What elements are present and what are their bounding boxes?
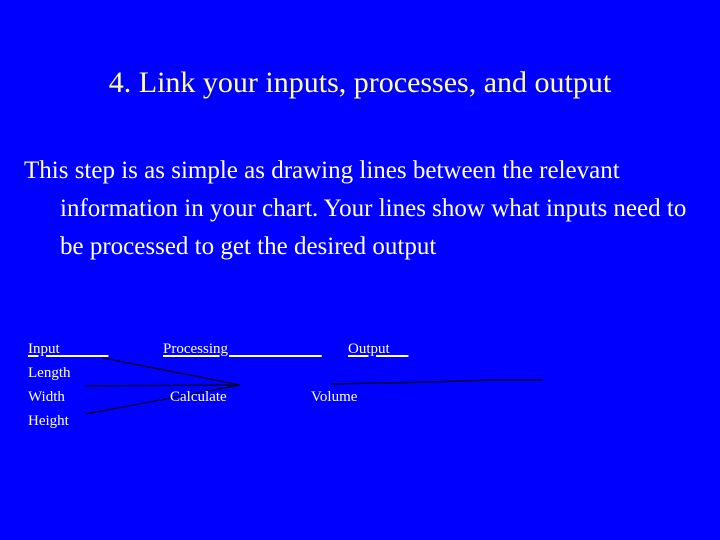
diagram-header-output: Output	[348, 341, 409, 357]
diagram-input-width: Width	[28, 389, 65, 405]
diagram-header-processing: Processing	[163, 341, 322, 357]
connector-calculate-to-volume	[330, 379, 543, 385]
body-paragraph: This step is as simple as drawing lines …	[24, 157, 687, 260]
diagram-process-calculate: Calculate	[170, 389, 227, 405]
slide-title: 4. Link your inputs, processes, and outp…	[108, 66, 612, 100]
diagram-input-length: Length	[28, 365, 71, 381]
slide-body: This step is as simple as drawing lines …	[24, 152, 700, 266]
connector-width-to-calculate	[85, 384, 241, 387]
connector-length-to-calculate	[102, 357, 241, 386]
diagram-header-input: Input	[28, 341, 109, 357]
presentation-slide: 4. Link your inputs, processes, and outp…	[0, 0, 720, 540]
input-process-output-diagram: Input Processing Output Length Width Hei…	[0, 330, 720, 450]
diagram-input-height: Height	[28, 413, 69, 429]
diagram-output-volume: Volume	[311, 389, 358, 405]
